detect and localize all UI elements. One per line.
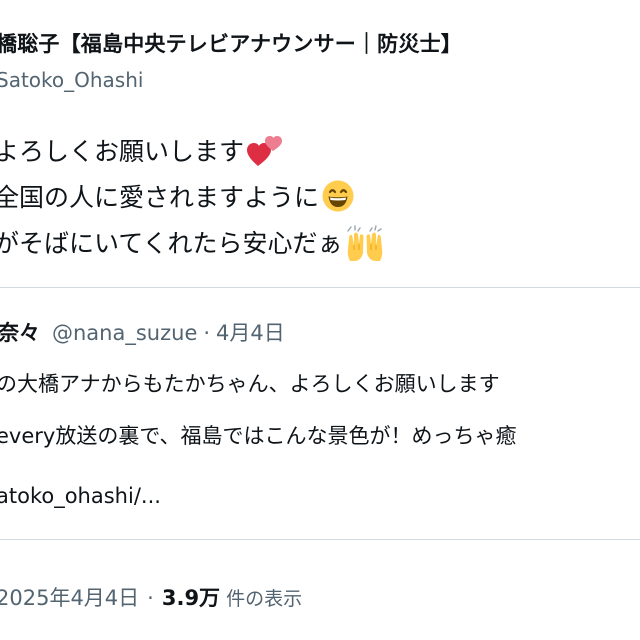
separator-dot: · bbox=[203, 321, 211, 345]
divider bbox=[0, 287, 640, 288]
tweet-text: 全国の人に愛されますように bbox=[0, 183, 320, 212]
tweet-text-line: 全国の人に愛されますように bbox=[0, 178, 355, 214]
author-handle[interactable]: Satoko_Ohashi bbox=[0, 68, 143, 92]
two-hearts-icon bbox=[246, 133, 283, 167]
grinning-face-icon bbox=[321, 179, 355, 213]
quoted-tweet-link[interactable]: atoko_ohashi/... bbox=[0, 484, 161, 508]
quoted-author-handle[interactable]: @nana_suzue bbox=[52, 321, 197, 345]
quoted-author-name[interactable]: 奈々 bbox=[0, 317, 40, 347]
divider bbox=[0, 539, 640, 540]
tweet-detail: 橋聡子【福島中央テレビアナウンサー｜防災士】 Satoko_Ohashi よろし… bbox=[0, 0, 640, 640]
quoted-tweet-text[interactable]: の大橋アナからもたかちゃん、よろしくお願いします bbox=[0, 368, 500, 398]
quoted-tweet-header[interactable]: 奈々 @nana_suzue · 4月4日 bbox=[0, 317, 285, 347]
quoted-tweet-text[interactable]: every放送の裏で、福島ではこんな景色が！めっちゃ癒 bbox=[0, 420, 517, 450]
views-count[interactable]: 3.9万 bbox=[162, 582, 220, 612]
quoted-tweet-date[interactable]: 4月4日 bbox=[216, 317, 285, 347]
tweet-timestamp[interactable]: 2025年4月4日 bbox=[0, 582, 139, 612]
separator-dot: · bbox=[147, 586, 154, 610]
author-name[interactable]: 橋聡子【福島中央テレビアナウンサー｜防災士】 bbox=[0, 28, 462, 58]
tweet-text: よろしくお願いします bbox=[0, 137, 245, 166]
tweet-meta: 2025年4月4日 · 3.9万 件の表示 bbox=[0, 582, 302, 612]
tweet-text: がそばにいてくれたら安心だぁ bbox=[0, 229, 343, 258]
views-label: 件の表示 bbox=[226, 588, 303, 610]
tweet-text-line: よろしくお願いします bbox=[0, 132, 283, 168]
raising-hands-icon bbox=[345, 225, 382, 261]
tweet-text-line: がそばにいてくれたら安心だぁ bbox=[0, 224, 382, 261]
